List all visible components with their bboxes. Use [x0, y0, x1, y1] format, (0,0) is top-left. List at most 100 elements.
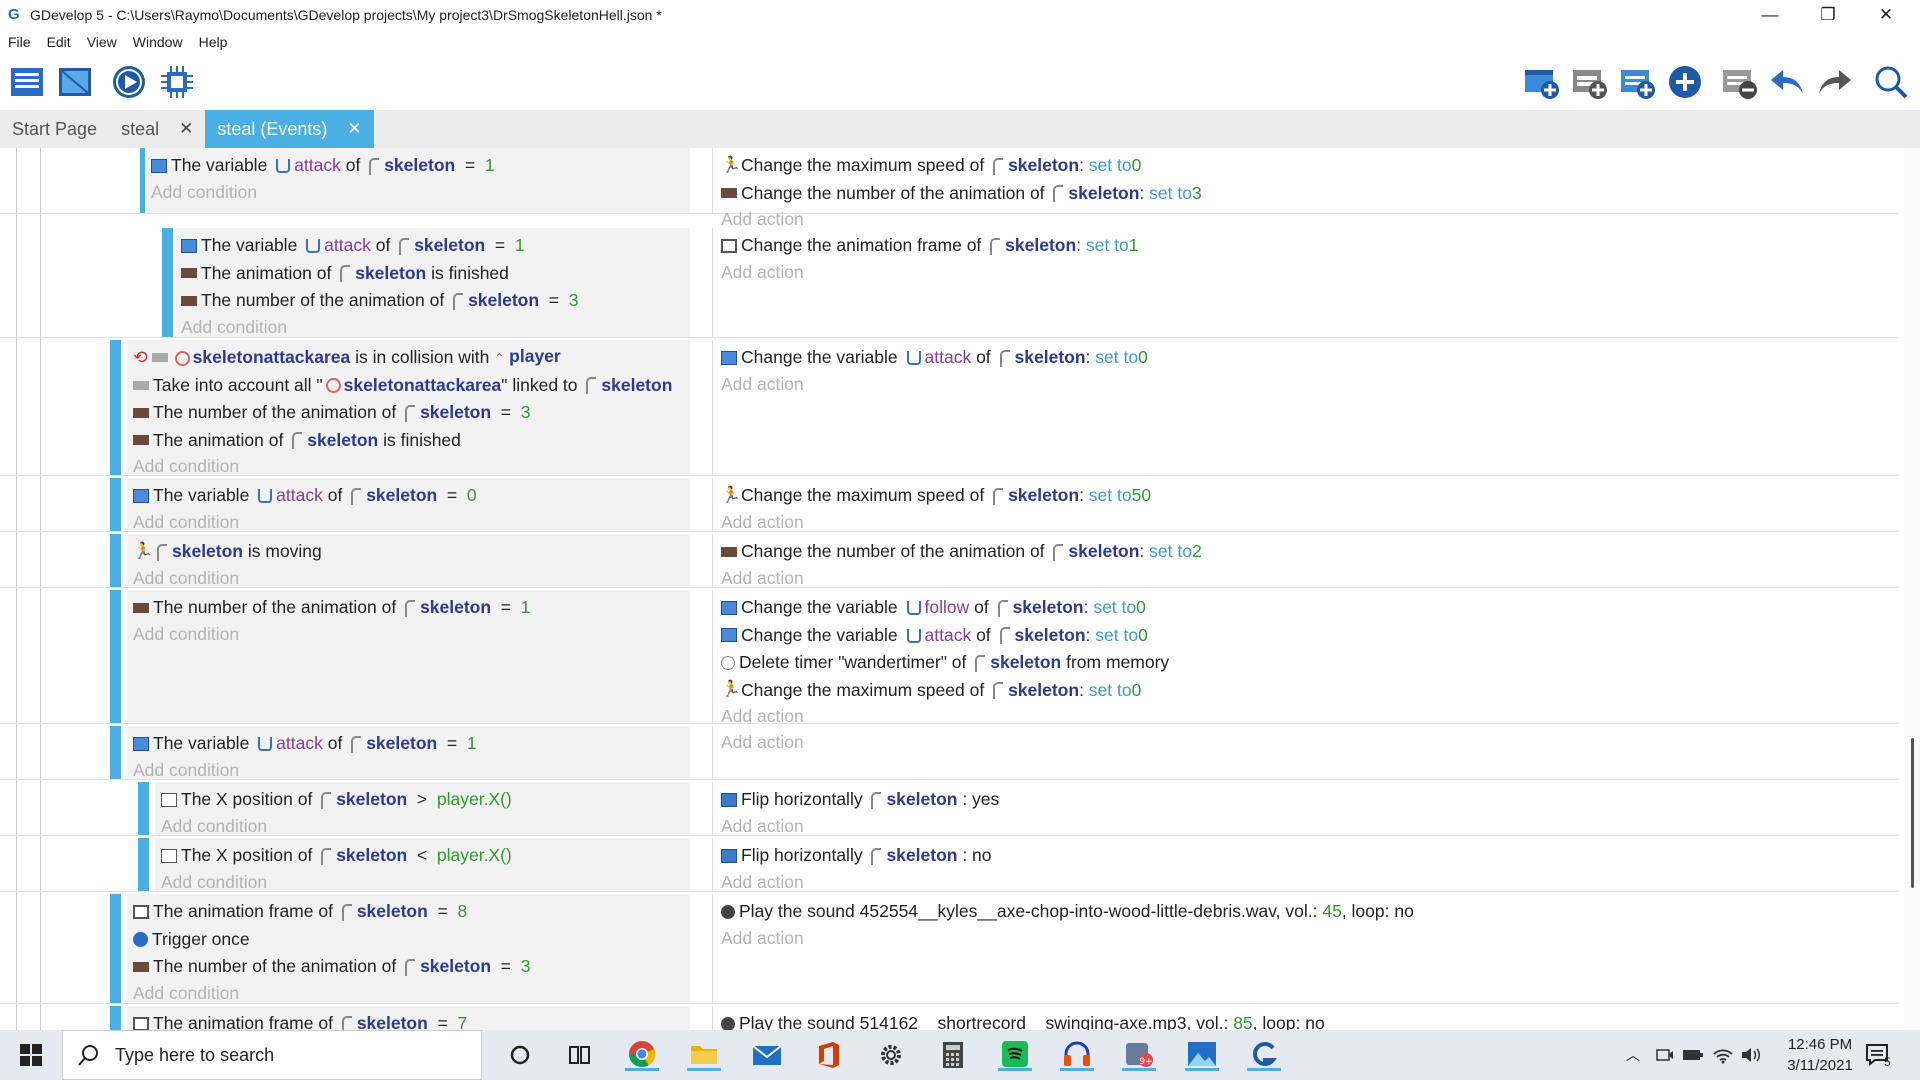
condition[interactable]: The X position of skeleton > player.X(): [161, 786, 690, 814]
menu-file[interactable]: File: [0, 34, 39, 50]
action[interactable]: Play the sound 452554__kyles__axe-chop-i…: [721, 898, 1898, 926]
action[interactable]: 🏃 Change the maximum speed of skeleton: s…: [721, 482, 1898, 510]
add-condition-link[interactable]: Add condition: [133, 566, 690, 591]
add-condition-link[interactable]: Add condition: [133, 454, 690, 479]
condition[interactable]: The number of the animation of skeleton …: [133, 953, 690, 981]
close-window-button[interactable]: ✕: [1858, 0, 1914, 30]
taskbar-search-box[interactable]: Type here to search: [62, 1030, 482, 1080]
add-action-link[interactable]: Add action: [721, 372, 1898, 397]
chrome-app[interactable]: [625, 1039, 659, 1071]
condition[interactable]: The variable attack of skeleton = 1: [151, 152, 690, 180]
event-drag-handle[interactable]: [110, 534, 121, 587]
add-condition-link[interactable]: Add condition: [151, 180, 690, 205]
event-drag-handle[interactable]: [162, 228, 173, 337]
action[interactable]: Change the number of the animation of sk…: [721, 538, 1898, 566]
event-drag-handle[interactable]: [110, 894, 121, 1003]
close-tab-icon[interactable]: ✕: [347, 119, 361, 139]
menu-help[interactable]: Help: [191, 34, 236, 50]
action[interactable]: Change the variable attack of skeleton: …: [721, 622, 1898, 650]
scrollbar-thumb[interactable]: [1911, 738, 1914, 888]
event-drag-handle[interactable]: [110, 726, 121, 779]
task-view-button[interactable]: [563, 1039, 597, 1071]
file-explorer-app[interactable]: [687, 1039, 721, 1071]
condition[interactable]: The animation frame of skeleton = 8: [133, 898, 690, 926]
event-drag-handle[interactable]: [110, 340, 121, 475]
condition[interactable]: The number of the animation of skeleton …: [133, 399, 690, 427]
start-button[interactable]: [14, 1039, 48, 1071]
event-drag-handle[interactable]: [138, 782, 149, 835]
maximize-button[interactable]: ❐: [1800, 0, 1856, 30]
close-tab-icon[interactable]: ✕: [179, 119, 193, 139]
mail-app[interactable]: [750, 1039, 784, 1071]
scene-editor-button[interactable]: [56, 64, 94, 100]
battery-tray[interactable]: [1676, 1039, 1710, 1071]
settings-app[interactable]: [874, 1039, 908, 1071]
add-condition-link[interactable]: Add condition: [161, 814, 690, 839]
action[interactable]: Flip horizontally skeleton : no: [721, 842, 1898, 870]
add-action-link[interactable]: Add action: [721, 926, 1898, 951]
condition[interactable]: The variable attack of skeleton = 1: [181, 232, 690, 260]
event-drag-handle[interactable]: [110, 1006, 121, 1030]
show-hidden-icons-button[interactable]: ︿: [1616, 1039, 1650, 1071]
condition[interactable]: The variable attack of skeleton = 0: [133, 482, 690, 510]
sub-event-row[interactable]: The X position of skeleton < player.X() A…: [0, 838, 1898, 892]
add-condition-link[interactable]: Add condition: [133, 510, 690, 535]
condition[interactable]: Take into account all " skeletonattackare…: [133, 372, 690, 400]
action[interactable]: Change the variable follow of skeleton: …: [721, 594, 1898, 622]
event-row[interactable]: 🏃 skeleton is moving Add condition Change t…: [0, 534, 1898, 588]
event-row[interactable]: The animation frame of skeleton = 8 Trigg…: [0, 894, 1898, 1004]
calculator-app[interactable]: [936, 1039, 970, 1071]
sub-event-row[interactable]: The variable attack of skeleton = 1 The a…: [0, 228, 1898, 338]
condition[interactable]: ⟲ skeletonattackarea is in collision with…: [133, 344, 690, 372]
search-events-button[interactable]: [1872, 64, 1910, 100]
add-event-button[interactable]: [1522, 64, 1560, 100]
condition[interactable]: 🏃 skeleton is moving: [133, 538, 690, 566]
menu-view[interactable]: View: [79, 34, 125, 50]
action[interactable]: Change the variable attack of skeleton: …: [721, 344, 1898, 372]
add-action-link[interactable]: Add action: [721, 566, 1898, 591]
add-condition-link[interactable]: Add condition: [161, 870, 690, 895]
action[interactable]: Play the sound 514162__shortrecord__swin…: [721, 1010, 1898, 1030]
tab-start-page[interactable]: Start Page: [0, 110, 109, 148]
cortana-button[interactable]: [503, 1039, 537, 1071]
photos-app[interactable]: [1185, 1039, 1219, 1071]
delete-selection-button[interactable]: [1720, 64, 1758, 100]
action[interactable]: Flip horizontally skeleton : yes: [721, 786, 1898, 814]
event-row[interactable]: The number of the animation of skeleton …: [0, 590, 1898, 726]
action[interactable]: 🏃 Change the maximum speed of skeleton: s…: [721, 152, 1898, 180]
event-drag-handle[interactable]: [110, 478, 121, 531]
tab-steal-scene[interactable]: steal ✕: [109, 110, 205, 148]
condition[interactable]: Trigger once: [133, 926, 690, 954]
spotify-app[interactable]: [998, 1039, 1032, 1071]
action[interactable]: Change the animation frame of skeleton: …: [721, 232, 1898, 260]
tab-steal-events[interactable]: steal (Events) ✕: [205, 110, 374, 148]
event-row[interactable]: The variable attack of skeleton = 0 Add c…: [0, 478, 1898, 532]
audacity-app[interactable]: [1060, 1039, 1094, 1071]
gdevelop-app[interactable]: [1247, 1039, 1281, 1071]
event-row[interactable]: The variable attack of skeleton = 1 Add c…: [0, 148, 1898, 229]
condition[interactable]: The number of the animation of skeleton …: [181, 287, 690, 315]
condition[interactable]: The X position of skeleton < player.X(): [161, 842, 690, 870]
condition[interactable]: The animation of skeleton is finished: [133, 427, 690, 455]
add-subevent-button[interactable]: [1570, 64, 1608, 100]
add-action-link[interactable]: Add action: [721, 870, 1898, 895]
action[interactable]: Change the number of the animation of sk…: [721, 180, 1898, 208]
menu-window[interactable]: Window: [125, 34, 191, 50]
undo-button[interactable]: [1768, 64, 1806, 100]
add-action-link[interactable]: Add action: [721, 730, 1898, 755]
preview-button[interactable]: [110, 64, 148, 100]
debugger-button[interactable]: [158, 64, 196, 100]
event-row[interactable]: The variable attack of skeleton = 1 Add c…: [0, 726, 1898, 780]
event-drag-handle[interactable]: [138, 838, 149, 891]
action[interactable]: 🏃 Change the maximum speed of skeleton: s…: [721, 677, 1898, 705]
add-condition-link[interactable]: Add condition: [133, 981, 690, 1006]
add-more-button[interactable]: [1666, 64, 1704, 100]
condition[interactable]: The number of the animation of skeleton …: [133, 594, 690, 622]
photo-app[interactable]: 9+: [1122, 1039, 1156, 1071]
event-row[interactable]: ⟲ skeletonattackarea is in collision with…: [0, 340, 1898, 476]
event-drag-handle[interactable]: [110, 590, 121, 723]
menu-edit[interactable]: Edit: [39, 34, 79, 50]
add-condition-link[interactable]: Add condition: [133, 622, 690, 647]
sub-event-row[interactable]: The X position of skeleton > player.X() A…: [0, 782, 1898, 836]
condition[interactable]: The variable attack of skeleton = 1: [133, 730, 690, 758]
